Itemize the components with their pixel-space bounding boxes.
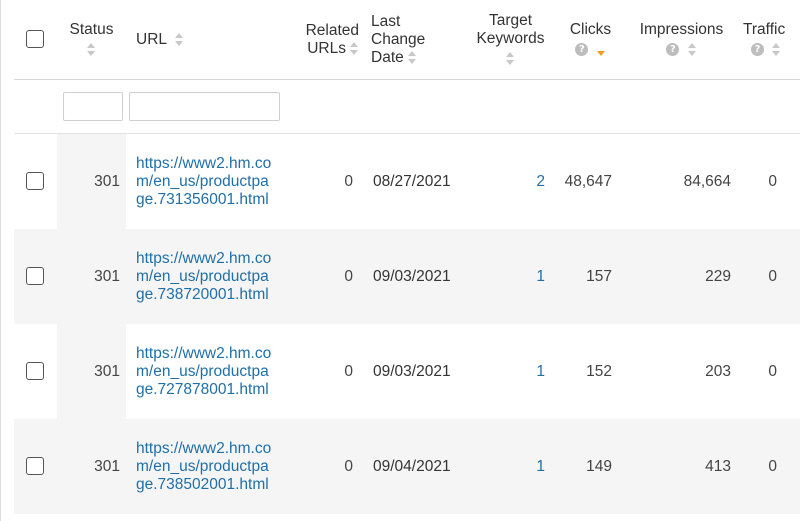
row-checkbox[interactable] xyxy=(26,457,44,476)
sort-icon[interactable] xyxy=(87,42,96,56)
related-urls-cell: 0 xyxy=(278,419,363,514)
column-header-last-change-date[interactable]: Last Change Date xyxy=(363,0,466,80)
status-cell: 301 xyxy=(57,324,126,419)
status-filter-cell xyxy=(57,79,126,134)
related-urls-cell: 0 xyxy=(278,229,363,324)
last-change-date-cell: 09/03/2021 xyxy=(363,229,466,324)
filter-row xyxy=(14,79,800,134)
sort-icon[interactable] xyxy=(772,42,781,56)
traffic-cell: 0 xyxy=(737,419,800,514)
table-row: 301 https://www2.hm.com/en_us/productpag… xyxy=(14,324,800,419)
related-urls-cell: 0 xyxy=(278,324,363,419)
impressions-cell: 413 xyxy=(626,419,737,514)
impressions-header-label: Impressions xyxy=(639,20,724,38)
traffic-cell: 0 xyxy=(737,133,800,229)
status-filter-input[interactable] xyxy=(63,92,123,121)
status-cell: 301 xyxy=(57,419,126,514)
related-header-line2: URLs xyxy=(307,39,346,57)
url-header-label: URL xyxy=(136,30,167,48)
url-link[interactable]: https://www2.hm.com/en_us/productpage.73… xyxy=(126,419,278,514)
url-filter-cell xyxy=(126,79,280,134)
last-change-date-cell: 08/27/2021 xyxy=(363,133,466,229)
target-keywords-link[interactable]: 1 xyxy=(466,419,555,514)
help-icon[interactable]: ? xyxy=(751,42,764,56)
row-checkbox[interactable] xyxy=(26,267,44,286)
last-change-date-cell: 09/04/2021 xyxy=(363,419,466,514)
last-change-date-cell: 09/03/2021 xyxy=(363,324,466,419)
sort-icon[interactable] xyxy=(407,50,417,64)
last-change-header-line2: Change xyxy=(371,30,426,48)
select-all-checkbox[interactable] xyxy=(26,30,44,49)
column-header-target-keywords[interactable]: Target Keywords xyxy=(466,0,555,80)
column-header-related-urls[interactable]: Related URLs xyxy=(278,0,363,80)
target-header-line2: Keywords xyxy=(476,29,545,47)
sort-descending-icon[interactable] xyxy=(596,43,606,56)
url-link[interactable]: https://www2.hm.com/en_us/productpage.73… xyxy=(126,229,278,324)
clicks-cell: 149 xyxy=(555,419,626,514)
traffic-cell: 0 xyxy=(737,229,800,324)
clicks-header-label: Clicks xyxy=(569,20,612,38)
help-icon[interactable]: ? xyxy=(575,42,589,56)
traffic-header-label: Traffic xyxy=(743,20,786,38)
clicks-cell: 152 xyxy=(555,324,626,419)
column-header-clicks[interactable]: Clicks ? xyxy=(555,0,626,80)
url-link[interactable]: https://www2.hm.com/en_us/productpage.73… xyxy=(126,133,278,229)
table-body: 301 https://www2.hm.com/en_us/productpag… xyxy=(14,133,800,514)
impressions-cell: 203 xyxy=(626,324,737,419)
status-header-label: Status xyxy=(69,20,114,38)
column-header-impressions[interactable]: Impressions ? xyxy=(626,0,737,80)
target-keywords-link[interactable]: 1 xyxy=(466,229,555,324)
url-table: Status URL Related URLs Last Change Date… xyxy=(14,0,800,514)
sort-icon[interactable] xyxy=(174,32,184,46)
header-row: Status URL Related URLs Last Change Date… xyxy=(14,0,800,80)
row-checkbox[interactable] xyxy=(26,362,44,381)
related-header-line1: Related xyxy=(305,21,359,39)
status-cell: 301 xyxy=(57,133,126,229)
url-filter-input[interactable] xyxy=(129,92,280,121)
clicks-cell: 48,647 xyxy=(555,133,626,229)
sort-icon[interactable] xyxy=(687,42,697,56)
impressions-cell: 84,664 xyxy=(626,133,737,229)
target-header-line1: Target xyxy=(488,11,533,29)
target-keywords-link[interactable]: 1 xyxy=(466,324,555,419)
impressions-cell: 229 xyxy=(626,229,737,324)
traffic-cell: 0 xyxy=(737,324,800,419)
select-all-cell xyxy=(14,0,57,80)
column-header-status[interactable]: Status xyxy=(57,0,126,80)
url-link[interactable]: https://www2.hm.com/en_us/productpage.72… xyxy=(126,324,278,419)
sort-icon[interactable] xyxy=(350,41,359,55)
table-row: 301 https://www2.hm.com/en_us/productpag… xyxy=(14,229,800,324)
table-row: 301 https://www2.hm.com/en_us/productpag… xyxy=(14,133,800,229)
table-row: 301 https://www2.hm.com/en_us/productpag… xyxy=(14,419,800,514)
help-icon[interactable]: ? xyxy=(666,42,680,56)
column-header-traffic[interactable]: Traffic ? xyxy=(737,0,800,80)
last-change-header-line1: Last xyxy=(371,12,401,30)
last-change-header-line3: Date xyxy=(371,48,404,66)
sort-icon[interactable] xyxy=(506,51,515,65)
target-keywords-link[interactable]: 2 xyxy=(466,133,555,229)
status-cell: 301 xyxy=(57,229,126,324)
related-urls-cell: 0 xyxy=(278,133,363,229)
column-header-url[interactable]: URL xyxy=(126,0,278,80)
row-checkbox[interactable] xyxy=(26,172,44,191)
clicks-cell: 157 xyxy=(555,229,626,324)
